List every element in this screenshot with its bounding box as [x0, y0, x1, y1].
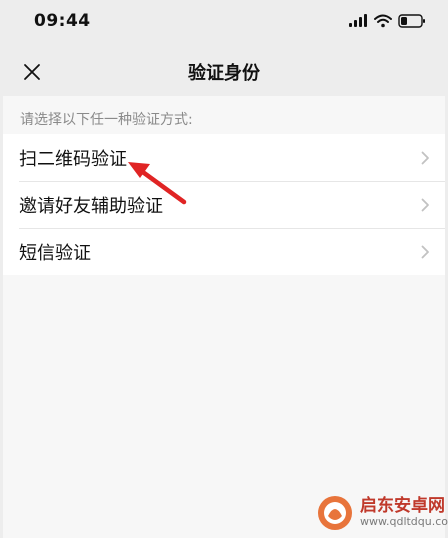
watermark-url: www.qdltdqu.com: [360, 515, 448, 529]
content-area: 请选择以下任一种验证方式: 扫二维码验证 邀请好友辅助验证 短信验证: [3, 96, 445, 538]
section-hint: 请选择以下任一种验证方式:: [20, 112, 193, 128]
status-icons: [348, 14, 426, 28]
list-item-scan-qr-code[interactable]: 扫二维码验证: [3, 134, 445, 181]
chevron-right-icon: [421, 151, 429, 165]
watermark: 启东安卓网 www.qdltdqu.com: [316, 494, 448, 532]
chevron-right-icon: [421, 198, 429, 212]
status-time: 09:44: [34, 11, 91, 31]
status-bar: 09:44: [0, 0, 448, 44]
watermark-logo-icon: [318, 496, 352, 530]
navigation-bar: 验证身份: [0, 44, 448, 96]
signal-icon: [349, 14, 367, 27]
list-item-sms[interactable]: 短信验证: [3, 228, 445, 275]
watermark-brand: 启东安卓网: [360, 496, 445, 517]
list-item-invite-friend[interactable]: 邀请好友辅助验证: [3, 181, 445, 228]
verification-method-list: 扫二维码验证 邀请好友辅助验证 短信验证: [3, 134, 445, 275]
wifi-icon: [374, 14, 392, 28]
list-item-label: 扫二维码验证: [19, 148, 127, 170]
battery-icon: [398, 14, 425, 28]
page-title: 验证身份: [188, 63, 260, 84]
chevron-right-icon: [421, 245, 429, 259]
list-item-label: 邀请好友辅助验证: [19, 195, 163, 217]
list-item-label: 短信验证: [19, 242, 91, 264]
